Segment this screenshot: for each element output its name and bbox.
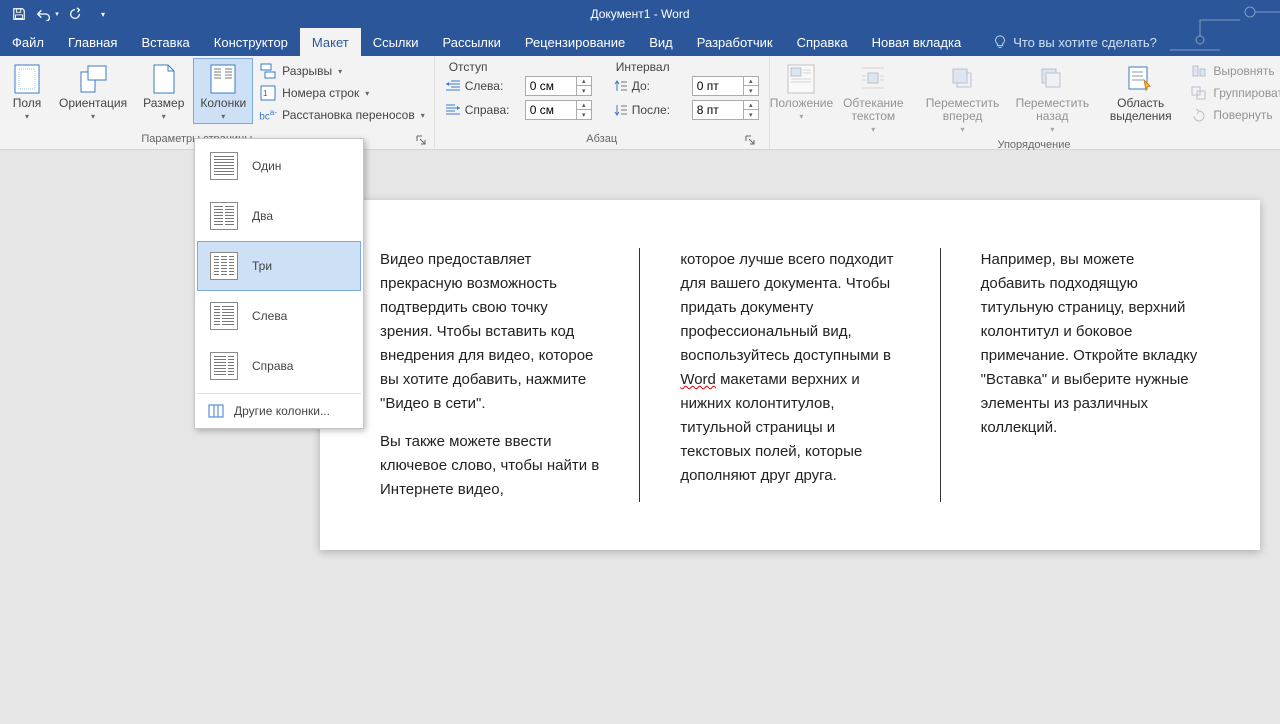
columns-option-three[interactable]: Три [197, 241, 361, 291]
selection-icon [1125, 63, 1157, 95]
breaks-icon [260, 63, 276, 79]
tab-insert[interactable]: Вставка [129, 28, 201, 56]
document-workspace[interactable]: Видео предоставляет прекрасную возможнос… [0, 150, 1280, 724]
save-button[interactable] [6, 2, 32, 26]
position-icon [785, 63, 817, 95]
page-setup-launcher[interactable] [414, 133, 428, 147]
two-column-icon [210, 202, 238, 230]
group-icon [1191, 85, 1207, 101]
document-title: Документ1 - Word [590, 7, 689, 21]
right-column-icon [210, 352, 238, 380]
send-backward-button[interactable]: Переместить назад▾ [1010, 58, 1095, 137]
columns-option-right[interactable]: Справа [197, 341, 361, 391]
indent-right-icon [445, 102, 461, 118]
breaks-button[interactable]: Разрывы▾ [255, 60, 430, 82]
group-label-paragraph: Абзац [586, 133, 617, 145]
columns-option-two[interactable]: Два [197, 191, 361, 241]
indent-right-input[interactable]: ▴▾ [525, 100, 592, 120]
tab-design[interactable]: Конструктор [202, 28, 300, 56]
align-button[interactable]: Выровнять [1186, 60, 1280, 82]
document-columns: Видео предоставляет прекрасную возможнос… [380, 248, 1200, 502]
left-column-icon [210, 302, 238, 330]
document-page[interactable]: Видео предоставляет прекрасную возможнос… [320, 200, 1260, 550]
tab-mailings[interactable]: Рассылки [430, 28, 512, 56]
chevron-down-icon: ▾ [91, 112, 95, 121]
tab-file[interactable]: Файл [0, 28, 56, 56]
align-icon [1191, 63, 1207, 79]
selection-pane-button[interactable]: Область выделения [1097, 58, 1184, 126]
columns-button[interactable]: Колонки ▾ [193, 58, 253, 124]
size-button[interactable]: Размер ▾ [136, 58, 191, 124]
margins-button[interactable]: Поля ▾ [4, 58, 50, 124]
rotate-icon [1191, 107, 1207, 123]
columns-dropdown-menu: Один Два Три Слева Справа Другие колонки… [194, 138, 364, 429]
margins-icon [11, 63, 43, 95]
orientation-button[interactable]: Ориентация ▾ [52, 58, 134, 124]
wrap-text-button[interactable]: Обтекание текстом▾ [831, 58, 915, 137]
spacing-header: Интервал [612, 58, 759, 74]
line-numbers-button[interactable]: 1Номера строк▾ [255, 82, 430, 104]
tab-review[interactable]: Рецензирование [513, 28, 637, 56]
ribbon-tabs: Файл Главная Вставка Конструктор Макет С… [0, 28, 1280, 56]
chevron-down-icon: ▾ [221, 112, 225, 121]
indent-header: Отступ [445, 58, 592, 74]
columns-more-options[interactable]: Другие колонки... [197, 396, 361, 426]
more-columns-icon [208, 403, 224, 419]
svg-text:1: 1 [263, 89, 268, 98]
tab-developer[interactable]: Разработчик [685, 28, 785, 56]
quick-access-toolbar: ▾ ▾ [0, 2, 122, 26]
indent-left-input[interactable]: ▴▾ [525, 76, 592, 96]
orientation-icon [77, 63, 109, 95]
group-paragraph: Отступ Слева: ▴▾ Справа: ▴▾ Интервал До: [435, 56, 770, 149]
line-numbers-icon: 1 [260, 85, 276, 101]
doc-column-1[interactable]: Видео предоставляет прекрасную возможнос… [380, 248, 599, 502]
ribbon: Поля ▾ Ориентация ▾ Размер ▾ Колонки ▾ Р… [0, 56, 1280, 150]
hyphenation-button[interactable]: bca-Расстановка переносов▾ [255, 104, 430, 126]
tab-references[interactable]: Ссылки [361, 28, 431, 56]
backward-icon [1036, 63, 1068, 95]
tab-layout[interactable]: Макет [300, 28, 361, 56]
forward-icon [947, 63, 979, 95]
rotate-button[interactable]: Повернуть [1186, 104, 1280, 126]
tab-help[interactable]: Справка [785, 28, 860, 56]
doc-column-2[interactable]: которое лучше всего подходит для вашего … [639, 248, 899, 502]
columns-icon [207, 63, 239, 95]
group-objects-button[interactable]: Группировать [1186, 82, 1280, 104]
qat-customize-button[interactable]: ▾ [90, 2, 116, 26]
hyphenation-icon: bca- [260, 107, 276, 123]
wrap-icon [857, 63, 889, 95]
undo-button[interactable]: ▾ [34, 2, 60, 26]
columns-option-one[interactable]: Один [197, 141, 361, 191]
doc-column-3[interactable]: Например, вы можете добавить подходящую … [940, 248, 1200, 502]
size-icon [148, 63, 180, 95]
chevron-down-icon: ▾ [162, 112, 166, 121]
lightbulb-icon [993, 35, 1007, 49]
chevron-down-icon: ▾ [25, 112, 29, 121]
one-column-icon [210, 152, 238, 180]
paragraph-launcher[interactable] [743, 133, 757, 147]
group-page-setup: Поля ▾ Ориентация ▾ Размер ▾ Колонки ▾ Р… [0, 56, 435, 149]
spacing-before-input[interactable]: ▴▾ [692, 76, 759, 96]
spacing-after-input[interactable]: ▴▾ [692, 100, 759, 120]
tab-home[interactable]: Главная [56, 28, 129, 56]
redo-button[interactable] [62, 2, 88, 26]
three-column-icon [210, 252, 238, 280]
tell-me-search[interactable]: Что вы хотите сделать? [993, 28, 1157, 56]
spacing-after-icon [612, 102, 628, 118]
tab-view[interactable]: Вид [637, 28, 685, 56]
tab-new[interactable]: Новая вкладка [860, 28, 974, 56]
indent-left-icon [445, 78, 461, 94]
title-bar: ▾ ▾ Документ1 - Word [0, 0, 1280, 28]
position-button[interactable]: Положение▾ [774, 58, 829, 124]
spacing-before-icon [612, 78, 628, 94]
columns-option-left[interactable]: Слева [197, 291, 361, 341]
group-arrange: Положение▾ Обтекание текстом▾ Переместит… [770, 56, 1280, 149]
bring-forward-button[interactable]: Переместить вперед▾ [917, 58, 1007, 137]
